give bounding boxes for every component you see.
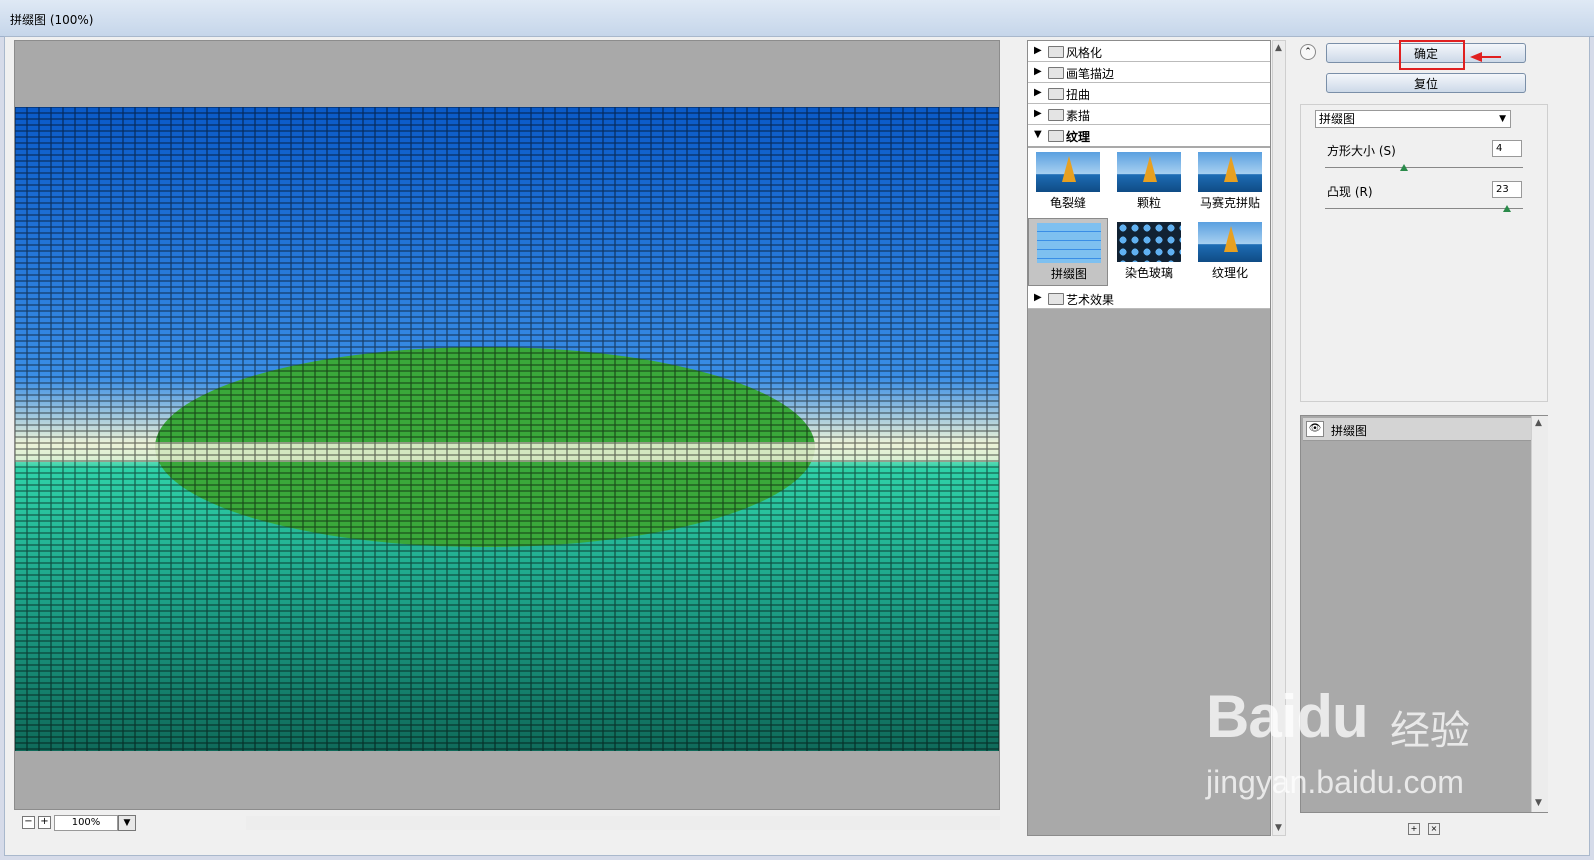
relief-label: 凸现 (R)	[1327, 185, 1373, 199]
expand-arrow-icon[interactable]: ▶	[1034, 108, 1042, 119]
thumbnail-image	[1117, 152, 1181, 192]
chevron-down-icon[interactable]: ▼	[1499, 111, 1506, 127]
thumbnail-image	[1117, 222, 1181, 262]
delete-effect-layer-icon[interactable]: ×	[1428, 823, 1440, 835]
thumb-patchwork[interactable]: 拼缀图	[1028, 218, 1108, 286]
thumbnail-image	[1198, 222, 1262, 262]
reset-button[interactable]: 复位	[1326, 73, 1526, 93]
category-brush-strokes[interactable]: ▶ 画笔描边	[1028, 62, 1270, 83]
folder-icon	[1048, 88, 1064, 100]
thumb-label: 龟裂缝	[1049, 196, 1086, 210]
layers-scrollbar[interactable]: ▲ ▼	[1531, 416, 1548, 812]
annotation-highlight-box	[1399, 40, 1465, 70]
folder-icon	[1048, 109, 1064, 121]
scroll-up-icon[interactable]: ▲	[1535, 418, 1542, 428]
thumb-stained-glass[interactable]: 染色玻璃	[1109, 218, 1189, 286]
thumbnail-image	[1037, 223, 1101, 263]
expand-arrow-icon[interactable]: ▶	[1034, 292, 1042, 303]
preview-hscrollbar[interactable]	[246, 816, 1000, 830]
category-sketch[interactable]: ▶ 素描	[1028, 104, 1270, 125]
window-title: 拼缀图 (100%)	[10, 13, 94, 27]
preview-bottom-bar: − + 100% ▼	[14, 813, 1000, 833]
filter-select-value: 拼缀图	[1319, 112, 1356, 126]
category-label: 风格化	[1066, 46, 1103, 60]
scroll-up-icon[interactable]: ▲	[1275, 43, 1282, 53]
title-bar: 拼缀图 (100%)	[0, 0, 1594, 37]
scroll-down-icon[interactable]: ▼	[1535, 798, 1542, 808]
open-folder-icon	[1048, 130, 1064, 142]
category-label: 艺术效果	[1066, 293, 1115, 307]
patchwork-image	[15, 107, 999, 751]
thumb-label: 颗粒	[1136, 196, 1161, 210]
annotation-arrow-icon	[1470, 52, 1501, 62]
collapse-arrow-icon[interactable]: ▼	[1034, 129, 1042, 140]
expand-arrow-icon[interactable]: ▶	[1034, 87, 1042, 98]
category-label: 纹理	[1066, 130, 1091, 144]
thumb-mosaic-tiles[interactable]: 马赛克拼贴	[1190, 148, 1270, 216]
effect-layer-row[interactable]: 👁 拼缀图	[1303, 418, 1531, 441]
thumb-craquelure[interactable]: 龟裂缝	[1028, 148, 1108, 216]
thumbnail-image	[1198, 152, 1262, 192]
layer-label: 拼缀图	[1331, 424, 1368, 438]
zoom-dropdown-icon[interactable]: ▼	[118, 815, 136, 831]
relief-slider[interactable]	[1325, 205, 1523, 212]
category-label: 素描	[1066, 109, 1091, 123]
thumb-label: 马赛克拼贴	[1199, 196, 1260, 210]
filter-select[interactable]: 拼缀图 ▼	[1315, 110, 1511, 128]
filter-gallery-list: ▶ 风格化 ▶ 画笔描边 ▶ 扭曲 ▶ 素描 ▼ 纹理 龟裂缝 颗粒 马赛克拼贴	[1027, 40, 1271, 836]
category-distort[interactable]: ▶ 扭曲	[1028, 83, 1270, 104]
filter-settings-panel: 拼缀图 ▼ 方形大小 (S) 4 凸现 (R) 23	[1300, 104, 1548, 402]
new-effect-layer-icon[interactable]: +	[1408, 823, 1420, 835]
relief-input[interactable]: 23	[1492, 181, 1522, 198]
slider-knob[interactable]	[1503, 205, 1512, 212]
thumb-texturizer[interactable]: 纹理化	[1190, 218, 1270, 286]
thumb-grain[interactable]: 颗粒	[1109, 148, 1189, 216]
preview-image	[15, 107, 999, 751]
thumb-label: 纹理化	[1211, 266, 1248, 280]
expand-arrow-icon[interactable]: ▶	[1034, 66, 1042, 77]
square-size-slider[interactable]	[1325, 164, 1523, 171]
zoom-out-button[interactable]: −	[22, 816, 35, 829]
folder-icon	[1048, 293, 1064, 305]
zoom-in-button[interactable]: +	[38, 816, 51, 829]
category-texture[interactable]: ▼ 纹理	[1028, 125, 1270, 146]
square-size-label: 方形大小 (S)	[1327, 144, 1396, 158]
slider-knob[interactable]	[1400, 164, 1409, 171]
filter-list-scrollbar[interactable]: ▲ ▼	[1272, 40, 1286, 836]
category-stylize[interactable]: ▶ 风格化	[1028, 41, 1270, 62]
scroll-down-icon[interactable]: ▼	[1275, 823, 1282, 833]
zoom-level-field[interactable]: 100%	[54, 815, 118, 831]
thumbnail-image	[1036, 152, 1100, 192]
preview-pane[interactable]: ▲ ▼	[14, 40, 1000, 810]
square-size-input[interactable]: 4	[1492, 140, 1522, 157]
category-label: 画笔描边	[1066, 67, 1115, 81]
thumb-label: 拼缀图	[1050, 267, 1087, 281]
eye-icon[interactable]: 👁	[1306, 421, 1324, 437]
effect-layers-panel: 👁 拼缀图 ▲ ▼	[1300, 415, 1548, 813]
expand-arrow-icon[interactable]: ▶	[1034, 45, 1042, 56]
texture-thumbnails: 龟裂缝 颗粒 马赛克拼贴 拼缀图 染色玻璃 纹理化	[1028, 148, 1270, 288]
category-artistic[interactable]: ▶ 艺术效果	[1028, 288, 1270, 309]
category-label: 扭曲	[1066, 88, 1091, 102]
folder-icon	[1048, 46, 1064, 58]
collapse-gallery-icon[interactable]: ⌃	[1300, 44, 1316, 60]
folder-icon	[1048, 67, 1064, 79]
thumb-label: 染色玻璃	[1124, 266, 1173, 280]
